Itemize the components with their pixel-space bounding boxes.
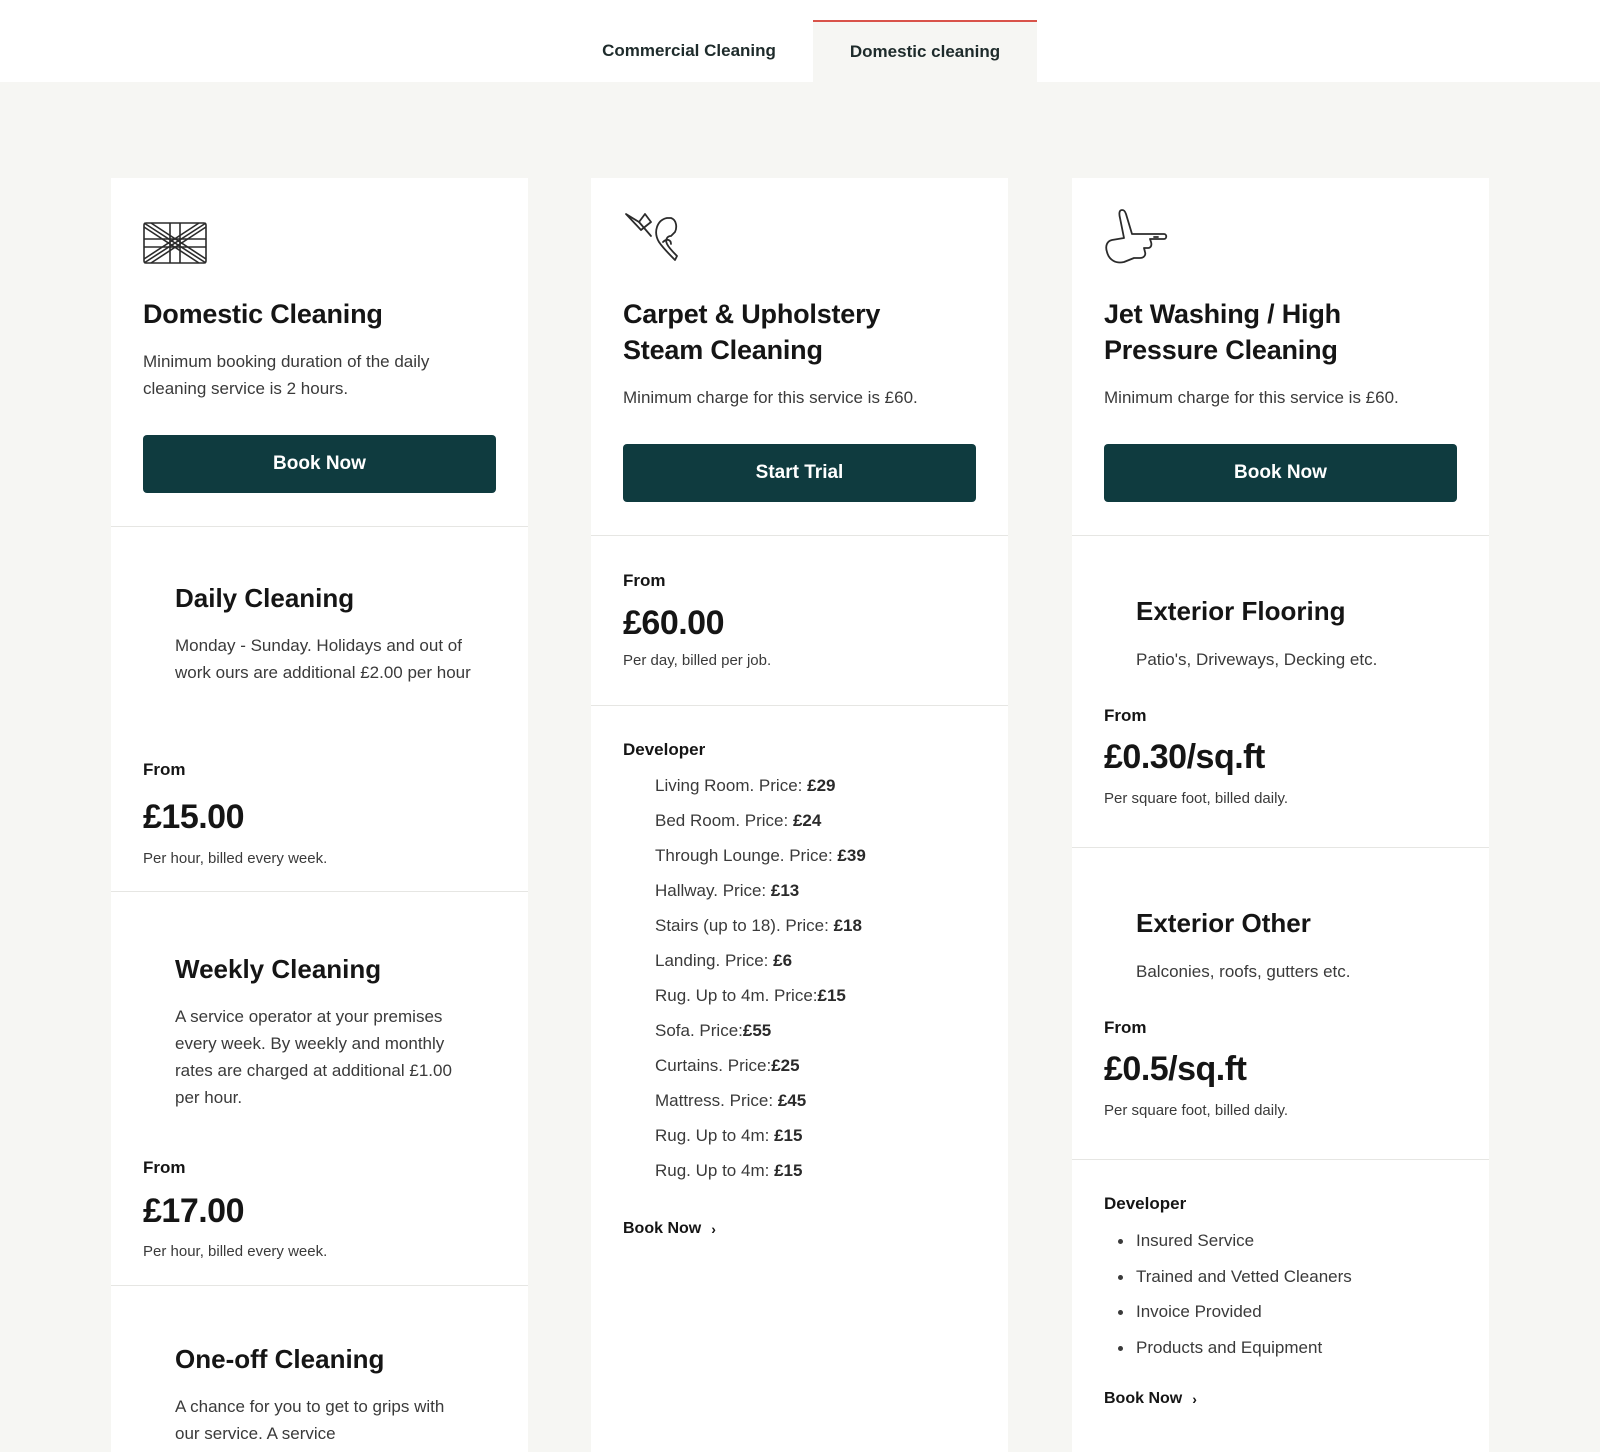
plan-description: Monday - Sunday. Holidays and out of wor… bbox=[175, 636, 471, 682]
book-now-link[interactable]: Book Now › bbox=[623, 1220, 716, 1238]
list-item: Rug. Up to 4m: £15 bbox=[655, 1126, 803, 1145]
list-item: Trained and Vetted Cleaners bbox=[1104, 1264, 1352, 1300]
link-label: Book Now bbox=[623, 1220, 702, 1237]
plan-exterior-other: Exterior Other Balconies, roofs, gutters… bbox=[1072, 848, 1489, 1160]
list-item: Mattress. Price: £45 bbox=[655, 1091, 807, 1110]
card-description: Minimum charge for this service is £60. bbox=[623, 388, 918, 407]
card-description: Minimum charge for this service is £60. bbox=[1104, 388, 1399, 407]
feature-list: Insured Service Trained and Vetted Clean… bbox=[1104, 1228, 1352, 1370]
card-header: Jet Washing / High Pressure Cleaning Min… bbox=[1072, 178, 1489, 536]
tab-domestic-cleaning[interactable]: Domestic cleaning bbox=[813, 20, 1037, 82]
list-item: Invoice Provided bbox=[1104, 1299, 1352, 1335]
plan-description: Balconies, roofs, gutters etc. bbox=[1136, 962, 1351, 981]
card-title: Domestic Cleaning bbox=[143, 299, 383, 329]
pointing-hand-icon bbox=[1105, 209, 1168, 264]
list-item: Products and Equipment bbox=[1104, 1335, 1352, 1371]
tab-commercial-cleaning[interactable]: Commercial Cleaning bbox=[578, 20, 800, 82]
billing-note: Per hour, billed every week. bbox=[143, 1243, 328, 1260]
plan-title: Daily Cleaning bbox=[175, 583, 355, 613]
plan-title: One-off Cleaning bbox=[175, 1344, 385, 1374]
card-title-line2: Steam Cleaning bbox=[623, 335, 823, 365]
billing-note: Per hour, billed every week. bbox=[143, 850, 328, 867]
card-description: Minimum booking duration of the daily cl… bbox=[143, 352, 430, 398]
card-header: Domestic Cleaning Minimum booking durati… bbox=[111, 178, 528, 527]
room-price-list: Living Room. Price: £29 Bed Room. Price:… bbox=[655, 773, 866, 1193]
from-label: From bbox=[143, 760, 186, 779]
chevron-right-icon: › bbox=[711, 1221, 716, 1237]
tab-bar: Commercial Cleaning Domestic cleaning bbox=[0, 0, 1600, 82]
card-title-line1: Jet Washing / High bbox=[1104, 299, 1341, 329]
list-item: Living Room. Price: £29 bbox=[655, 776, 836, 795]
chevron-right-icon: › bbox=[1192, 1391, 1197, 1407]
carpet-upholstery-card: Carpet & Upholstery Steam Cleaning Minim… bbox=[591, 178, 1008, 1452]
book-now-link[interactable]: Book Now › bbox=[1104, 1390, 1197, 1408]
price: £15.00 bbox=[143, 798, 245, 836]
list-item: Insured Service bbox=[1104, 1228, 1352, 1264]
book-now-button[interactable]: Book Now bbox=[143, 435, 496, 493]
book-now-button[interactable]: Book Now bbox=[1104, 444, 1457, 502]
price: £17.00 bbox=[143, 1192, 245, 1230]
plan-daily-cleaning: Daily Cleaning Monday - Sunday. Holidays… bbox=[111, 527, 528, 892]
plan-description: Patio's, Driveways, Decking etc. bbox=[1136, 650, 1378, 669]
uk-flag-icon bbox=[143, 222, 207, 264]
from-label: From bbox=[623, 571, 666, 590]
price: £60.00 bbox=[623, 604, 725, 642]
from-label: From bbox=[143, 1158, 186, 1177]
developer-label: Developer bbox=[623, 740, 706, 759]
price: £0.5/sq.ft bbox=[1104, 1050, 1247, 1088]
phone-return-icon bbox=[625, 213, 678, 261]
card-title-line2: Pressure Cleaning bbox=[1104, 335, 1338, 365]
list-item: Curtains. Price:£25 bbox=[655, 1056, 800, 1075]
domestic-cleaning-card: Domestic Cleaning Minimum booking durati… bbox=[111, 178, 528, 1452]
list-item: Stairs (up to 18). Price: £18 bbox=[655, 916, 862, 935]
jet-washing-card: Jet Washing / High Pressure Cleaning Min… bbox=[1072, 178, 1489, 1452]
plan-one-off-cleaning: One-off Cleaning A chance for you to get… bbox=[111, 1286, 528, 1452]
list-item: Through Lounge. Price: £39 bbox=[655, 846, 866, 865]
start-trial-button[interactable]: Start Trial bbox=[623, 444, 976, 502]
list-item: Hallway. Price: £13 bbox=[655, 881, 800, 900]
plan-description: A chance for you to get to grips with ou… bbox=[175, 1397, 445, 1443]
card-header: Carpet & Upholstery Steam Cleaning Minim… bbox=[591, 178, 1008, 536]
billing-note: Per square foot, billed daily. bbox=[1104, 1102, 1288, 1119]
list-item: Bed Room. Price: £24 bbox=[655, 811, 822, 830]
from-label: From bbox=[1104, 706, 1147, 725]
pricing-section: From £60.00 Per day, billed per job. bbox=[591, 536, 1008, 706]
price: £0.30/sq.ft bbox=[1104, 738, 1265, 776]
list-item: Landing. Price: £6 bbox=[655, 951, 793, 970]
billing-note: Per square foot, billed daily. bbox=[1104, 790, 1288, 807]
list-item: Sofa. Price:£55 bbox=[655, 1021, 772, 1040]
billing-note: Per day, billed per job. bbox=[623, 652, 772, 669]
plan-title: Exterior Other bbox=[1136, 908, 1311, 938]
developer-label: Developer bbox=[1104, 1194, 1187, 1213]
list-item: Rug. Up to 4m: £15 bbox=[655, 1161, 803, 1180]
plan-description: A service operator at your premises ever… bbox=[175, 1007, 452, 1107]
from-label: From bbox=[1104, 1018, 1147, 1037]
card-title-line1: Carpet & Upholstery bbox=[623, 299, 881, 329]
link-label: Book Now bbox=[1104, 1390, 1183, 1407]
plan-exterior-flooring: Exterior Flooring Patio's, Driveways, De… bbox=[1072, 536, 1489, 848]
plan-weekly-cleaning: Weekly Cleaning A service operator at yo… bbox=[111, 892, 528, 1286]
list-item: Rug. Up to 4m. Price:£15 bbox=[655, 986, 846, 1005]
plan-title: Exterior Flooring bbox=[1136, 596, 1346, 626]
plan-title: Weekly Cleaning bbox=[175, 954, 382, 984]
